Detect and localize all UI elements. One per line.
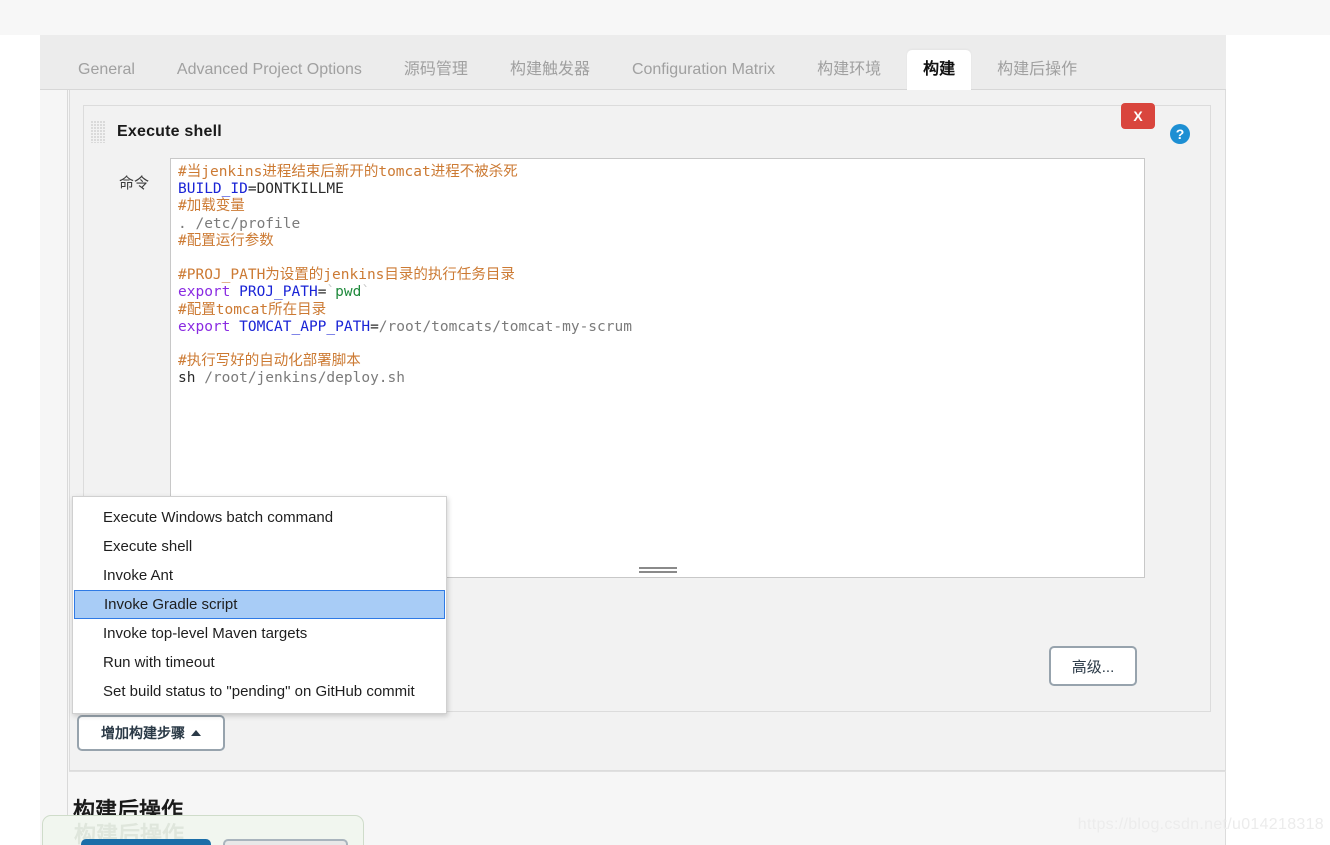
caret-up-icon: [191, 730, 201, 736]
code-token: `: [326, 284, 336, 301]
command-label: 命令: [119, 175, 150, 192]
code-token: TOMCAT_APP_PATH: [239, 318, 371, 335]
drag-handle-icon[interactable]: [91, 121, 105, 143]
code-token: PROJ_PATH: [239, 284, 318, 301]
code-token: export: [178, 284, 240, 301]
section-divider: [69, 771, 1226, 772]
add-build-step-button[interactable]: 增加构建步骤: [77, 715, 225, 751]
dropdown-item-5[interactable]: Run with timeout: [73, 648, 446, 677]
command-code: #当jenkins进程结束后新开的tomcat进程不被杀死 BUILD_ID=DO…: [178, 164, 632, 388]
code-line: export PROJ_PATH=`pwd`: [178, 284, 632, 301]
code-token: /root/tomcats/tomcat-my-scrum: [378, 318, 632, 335]
build-step-title: Execute shell: [117, 123, 222, 140]
code-token: . /etc/profile: [178, 215, 301, 232]
dropdown-item-1[interactable]: Execute shell: [73, 532, 446, 561]
config-tabbar: General Advanced Project Options 源码管理 构建触发器…: [40, 35, 1226, 90]
watermark: https://blog.csdn.net/u014218318: [1077, 816, 1324, 833]
code-token: `: [361, 284, 371, 301]
apply-button[interactable]: [223, 839, 348, 845]
help-icon[interactable]: ?: [1170, 124, 1190, 144]
dropdown-item-6[interactable]: Set build status to "pending" on GitHub …: [73, 677, 446, 706]
tab-4[interactable]: Configuration Matrix: [616, 50, 791, 90]
code-line: sh /root/jenkins/deploy.sh: [178, 370, 632, 387]
code-line: #当jenkins进程结束后新开的tomcat进程不被杀死: [178, 164, 632, 181]
code-token: #加载变量: [178, 198, 245, 215]
tab-6[interactable]: 构建: [907, 50, 972, 90]
tab-0[interactable]: General: [62, 50, 151, 90]
code-token: pwd: [335, 284, 362, 301]
code-line: #PROJ_PATH为设置的jenkins目录的执行任务目录: [178, 267, 632, 284]
dropdown-item-4[interactable]: Invoke top-level Maven targets: [73, 619, 446, 648]
left-rail: [40, 90, 68, 845]
code-line: #执行写好的自动化部署脚本: [178, 353, 632, 370]
delete-build-step-button[interactable]: X: [1121, 103, 1155, 129]
code-token: #执行写好的自动化部署脚本: [178, 353, 361, 370]
add-build-step-label: 增加构建步骤: [101, 725, 185, 741]
tab-5[interactable]: 构建环境: [801, 50, 897, 90]
code-line: #配置运行参数: [178, 233, 632, 250]
code-token: =DONTKILLME: [247, 181, 344, 198]
code-token: #配置运行参数: [178, 232, 274, 249]
browser-top-strip: [0, 0, 1330, 35]
code-line: export TOMCAT_APP_PATH=/root/tomcats/tom…: [178, 319, 632, 336]
build-step-dropdown-menu[interactable]: Execute Windows batch command Execute she…: [72, 496, 447, 714]
code-token: BUILD_ID: [178, 181, 248, 198]
code-token: sh: [178, 370, 205, 387]
code-token: #当jenkins进程结束后新开的tomcat进程不被杀死: [178, 164, 518, 180]
code-token: =: [370, 318, 379, 335]
tab-7[interactable]: 构建后操作: [981, 50, 1093, 90]
save-button[interactable]: [81, 839, 211, 845]
code-line: #加载变量: [178, 198, 632, 215]
dropdown-item-0[interactable]: Execute Windows batch command: [73, 503, 446, 532]
code-token: #PROJ_PATH为设置的jenkins目录的执行任务目录: [178, 267, 515, 284]
code-line: #配置tomcat所在目录: [178, 302, 632, 319]
tab-2[interactable]: 源码管理: [388, 50, 484, 90]
textarea-resize-handle[interactable]: [638, 567, 677, 573]
advanced-button[interactable]: 高级...: [1049, 646, 1137, 686]
page-root: General Advanced Project Options 源码管理 构建触发器…: [0, 0, 1330, 845]
code-token: export: [178, 318, 240, 335]
code-line: . /etc/profile: [178, 216, 632, 233]
sticky-form-footer: 构建后操作: [42, 815, 364, 845]
code-line: BUILD_ID=DONTKILLME: [178, 181, 632, 198]
dropdown-item-3[interactable]: Invoke Gradle script: [74, 590, 445, 619]
tab-3[interactable]: 构建触发器: [494, 50, 606, 90]
dropdown-item-2[interactable]: Invoke Ant: [73, 561, 446, 590]
build-step-header: Execute shell X ?: [84, 103, 1210, 158]
code-token: #配置tomcat所在目录: [178, 301, 327, 318]
tab-1[interactable]: Advanced Project Options: [161, 50, 378, 90]
code-token: /root/jenkins/deploy.sh: [204, 370, 405, 387]
